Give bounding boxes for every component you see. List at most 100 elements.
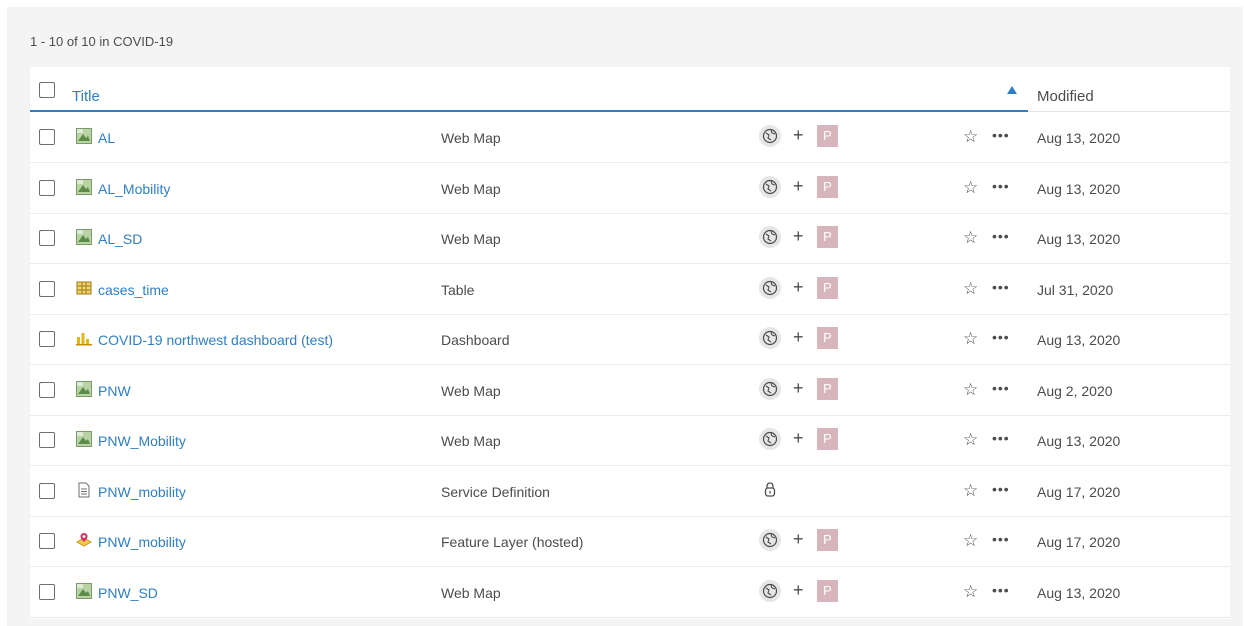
row-checkbox[interactable]	[39, 482, 55, 499]
row-checkbox[interactable]	[39, 179, 55, 196]
item-title-link[interactable]: AL_SD	[98, 231, 142, 247]
plus-icon: +	[793, 579, 804, 600]
item-type: Web Map	[441, 231, 501, 247]
public-globe-icon	[759, 276, 781, 299]
modified-date: Jul 31, 2020	[1037, 281, 1114, 298]
plus-icon: +	[793, 276, 804, 297]
shared-badge: P	[817, 529, 838, 551]
shared-badge: P	[817, 327, 838, 349]
sort-ascending-icon[interactable]	[1007, 86, 1017, 94]
favorite-star-icon[interactable]: ☆	[963, 380, 978, 399]
item-title-link[interactable]: AL_Mobility	[98, 181, 170, 197]
plus-icon: +	[793, 529, 804, 549]
title-header-zone: Title	[30, 67, 1028, 112]
shared-badge: P	[817, 579, 838, 602]
public-globe-icon	[759, 226, 781, 248]
modified-date: Aug 13, 2020	[1037, 584, 1121, 601]
item-type: Feature Layer (hosted)	[441, 534, 584, 550]
shared-badge: P	[817, 226, 838, 248]
item-title-link[interactable]: PNW	[98, 383, 131, 399]
public-globe-icon	[759, 377, 781, 400]
favorite-star-icon[interactable]: ☆	[963, 178, 978, 197]
content-panel: 1 - 10 of 10 in COVID-19 Title Modified …	[7, 7, 1243, 626]
item-title-link[interactable]: cases_time	[98, 282, 169, 298]
favorite-star-icon[interactable]: ☆	[963, 229, 978, 247]
public-globe-icon	[759, 125, 781, 147]
modified-date: Aug 2, 2020	[1037, 382, 1113, 399]
more-options-icon[interactable]: •••	[992, 179, 1010, 193]
table-row: PNW_mobility Feature Layer (hosted) + P ☆…	[30, 516, 1230, 567]
web-map-icon	[76, 229, 92, 245]
more-options-icon[interactable]: •••	[992, 330, 1010, 344]
private-lock-icon	[759, 479, 781, 501]
select-all-checkbox[interactable]	[39, 82, 55, 98]
shared-badge: P	[817, 125, 838, 147]
document-icon	[76, 482, 92, 498]
favorite-star-icon[interactable]: ☆	[963, 330, 978, 348]
more-options-icon[interactable]: •••	[992, 229, 1010, 243]
row-checkbox[interactable]	[39, 129, 55, 145]
modified-date: Aug 17, 2020	[1037, 483, 1121, 500]
item-title-link[interactable]: PNW_mobility	[98, 484, 186, 500]
shared-badge: P	[817, 377, 838, 400]
favorite-star-icon[interactable]: ☆	[963, 431, 978, 449]
web-map-icon	[76, 128, 92, 144]
more-options-icon[interactable]: •••	[992, 482, 1010, 496]
modified-date: Aug 13, 2020	[1037, 180, 1121, 197]
modified-date: Aug 13, 2020	[1037, 433, 1121, 449]
modified-date: Aug 13, 2020	[1037, 130, 1121, 146]
table-row: PNW_Mobility Web Map + P ☆ ••• Aug 13, 20…	[30, 415, 1230, 466]
row-checkbox[interactable]	[39, 230, 55, 246]
modified-date: Aug 13, 2020	[1037, 332, 1121, 348]
favorite-star-icon[interactable]: ☆	[963, 128, 978, 146]
item-title-link[interactable]: COVID-19 northwest dashboard (test)	[98, 332, 333, 348]
favorite-star-icon[interactable]: ☆	[963, 279, 978, 298]
table-row: PNW_SD Web Map + P ☆ ••• Aug 13, 2020	[30, 567, 1230, 618]
table-row: PNW_mobility Service Definition ☆ ••• Au…	[30, 466, 1230, 517]
table-header: Title Modified	[30, 67, 1230, 112]
table-row: AL_SD Web Map + P ☆ ••• Aug 13, 2020	[30, 213, 1230, 264]
plus-icon: +	[793, 327, 804, 347]
more-options-icon[interactable]: •••	[992, 583, 1010, 597]
favorite-star-icon[interactable]: ☆	[963, 481, 978, 500]
plus-icon: +	[793, 175, 804, 196]
table-row: COVID-19 northwest dashboard (test) Dash…	[30, 314, 1230, 365]
row-checkbox[interactable]	[39, 381, 55, 398]
plus-icon: +	[793, 125, 804, 145]
modified-column-header[interactable]: Modified	[1037, 88, 1094, 105]
public-globe-icon	[759, 428, 781, 450]
more-options-icon[interactable]: •••	[992, 431, 1010, 445]
public-globe-icon	[759, 175, 781, 198]
row-checkbox[interactable]	[39, 533, 55, 549]
item-type: Service Definition	[441, 483, 550, 500]
more-options-icon[interactable]: •••	[992, 532, 1010, 546]
dashboard-icon	[76, 330, 92, 346]
row-checkbox[interactable]	[39, 280, 55, 297]
item-title-link[interactable]: PNW_Mobility	[98, 433, 186, 449]
favorite-star-icon[interactable]: ☆	[963, 582, 978, 601]
items-table: Title Modified AL Web Map + P ☆ ••• Aug 1…	[30, 67, 1230, 619]
item-type: Dashboard	[441, 332, 510, 348]
item-title-link[interactable]: PNW_SD	[98, 585, 158, 601]
shared-badge: P	[817, 428, 838, 450]
plus-icon: +	[793, 428, 804, 448]
web-map-icon	[76, 380, 92, 397]
more-options-icon[interactable]: •••	[992, 381, 1010, 395]
item-type: Table	[441, 281, 475, 298]
row-checkbox[interactable]	[39, 331, 55, 347]
row-checkbox[interactable]	[39, 432, 55, 448]
favorite-star-icon[interactable]: ☆	[963, 532, 978, 550]
title-column-header[interactable]: Title	[72, 88, 100, 105]
table-row: AL Web Map + P ☆ ••• Aug 13, 2020	[30, 112, 1230, 163]
item-title-link[interactable]: AL	[98, 130, 115, 146]
modified-date: Aug 17, 2020	[1037, 534, 1121, 550]
more-options-icon[interactable]: •••	[992, 280, 1010, 294]
item-type: Web Map	[441, 584, 501, 601]
shared-badge: P	[817, 175, 838, 198]
item-type: Web Map	[441, 433, 501, 449]
row-checkbox[interactable]	[39, 583, 55, 600]
item-type: Web Map	[441, 180, 501, 197]
more-options-icon[interactable]: •••	[992, 128, 1010, 142]
item-title-link[interactable]: PNW_mobility	[98, 534, 186, 550]
plus-icon: +	[793, 377, 804, 398]
